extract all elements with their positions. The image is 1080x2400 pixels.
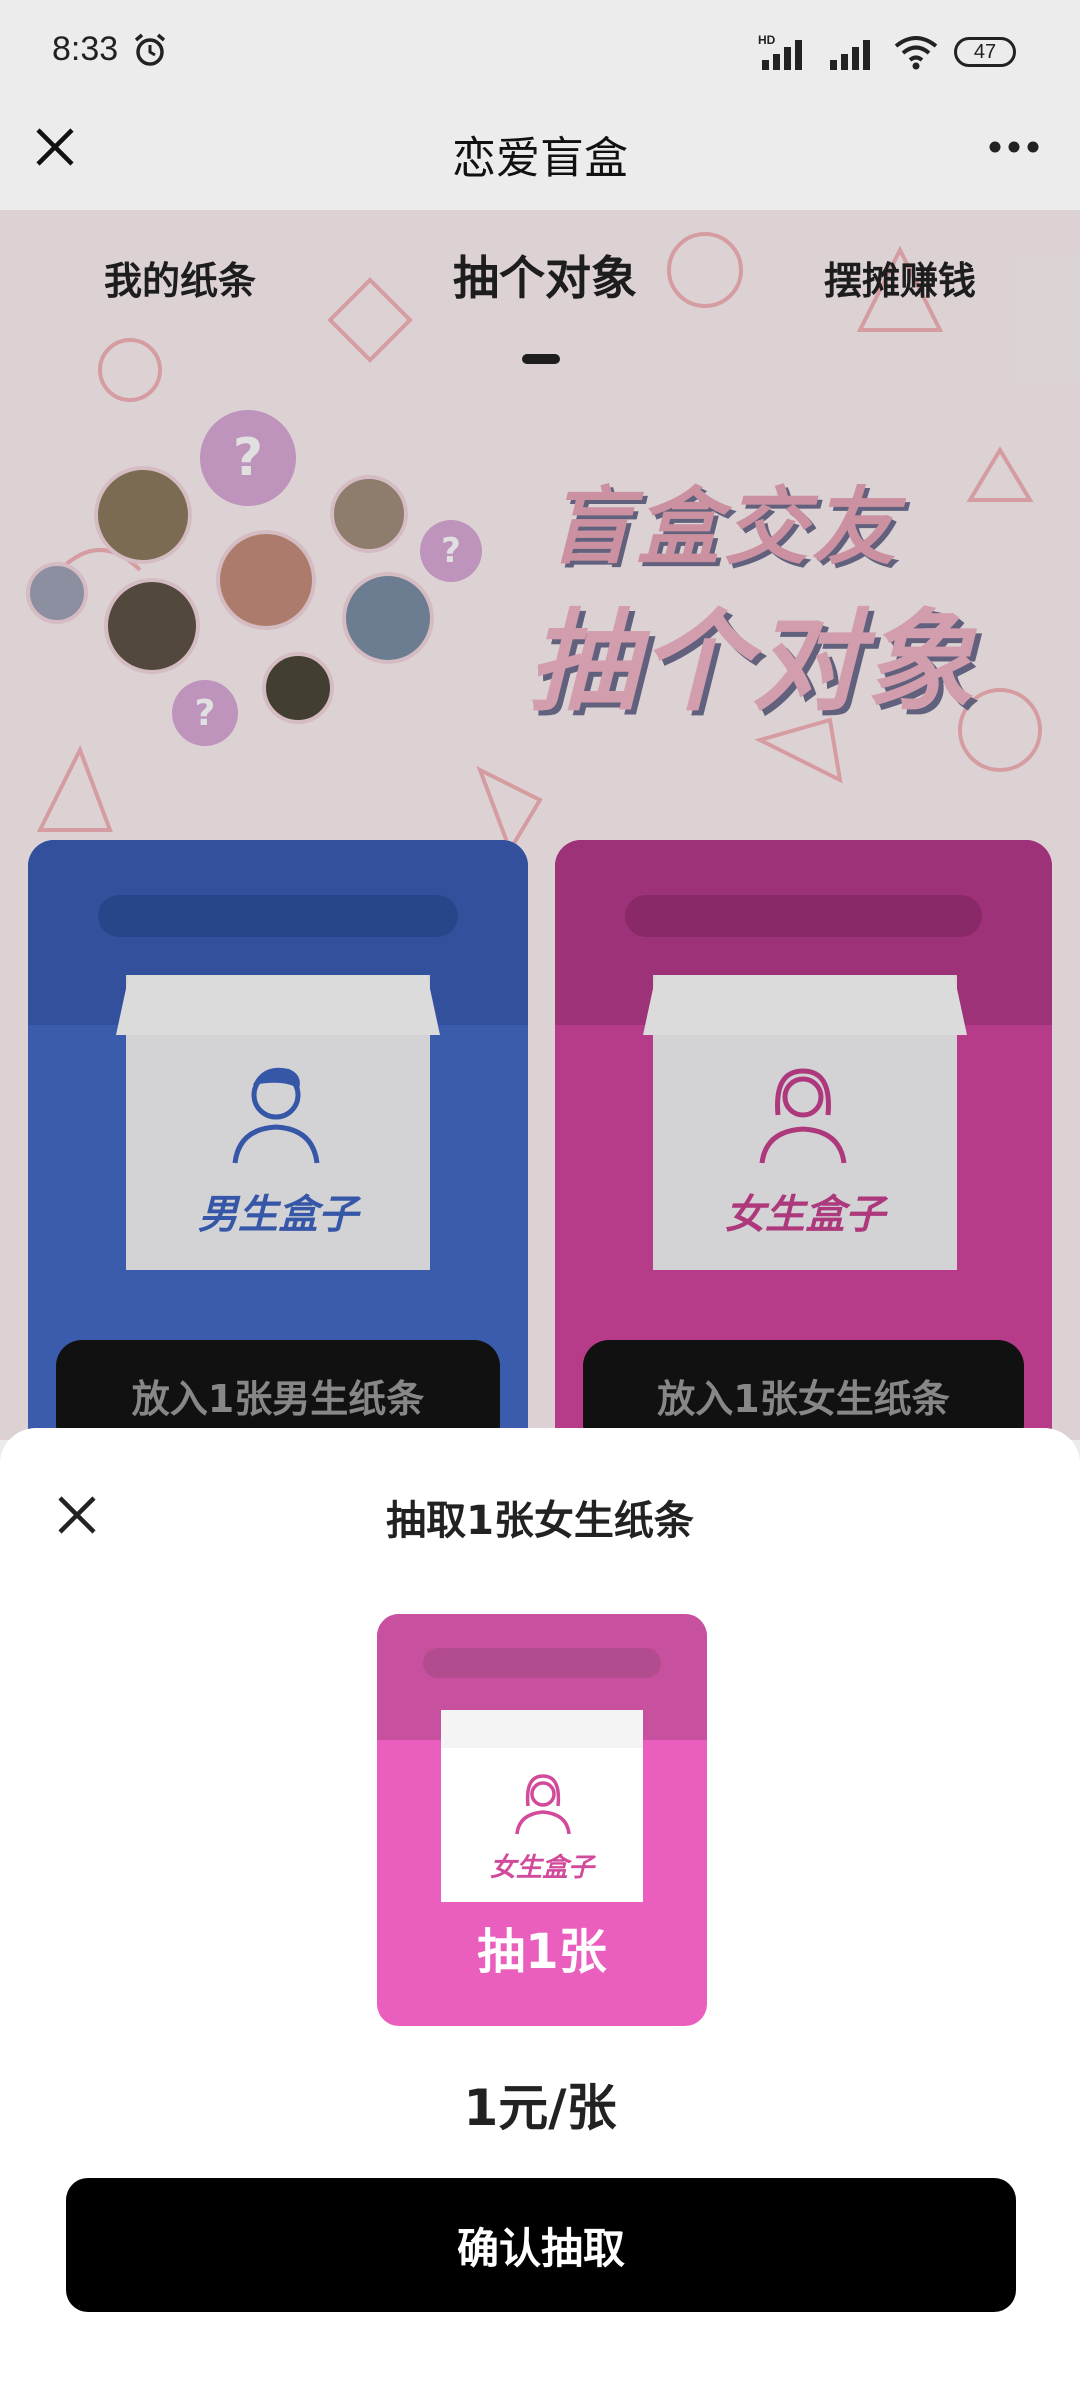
status-time: 8:33 [52,30,119,68]
battery-level: 47 [973,40,997,63]
box-slot [423,1648,661,1678]
box-lid [441,1710,643,1748]
status-icons: HD 47 [758,32,1016,72]
wifi-icon [894,36,938,70]
signal-icon [830,40,870,70]
female-box-label: 女生盒子 [489,1853,594,1883]
status-bar: 8:33 HD 47 [0,0,1080,100]
female-person-icon [515,1774,571,1835]
alarm-icon [134,33,166,66]
more-icon[interactable] [988,140,1040,154]
svg-text:HD: HD [758,33,776,47]
female-box: 女生盒子 [441,1710,643,1902]
draw-sheet: 抽取1张女生纸条 女生盒子 抽1张 1元/张 确认抽取 [0,1428,1080,2400]
page-title: 恋爱盲盒 [452,133,628,184]
draw-one-label: 抽1张 [477,1924,607,1980]
battery-icon: 47 [954,37,1016,67]
female-draw-card[interactable]: 女生盒子 抽1张 [377,1614,707,2026]
signal-hd-icon: HD [758,33,802,70]
sheet-title: 抽取1张女生纸条 [386,1498,694,1544]
modal-overlay[interactable] [0,210,1080,1440]
confirm-draw-button[interactable]: 确认抽取 [66,2178,1016,2312]
price-text: 1元/张 [463,2079,617,2137]
title-bar: 恋爱盲盒 [0,100,1080,210]
